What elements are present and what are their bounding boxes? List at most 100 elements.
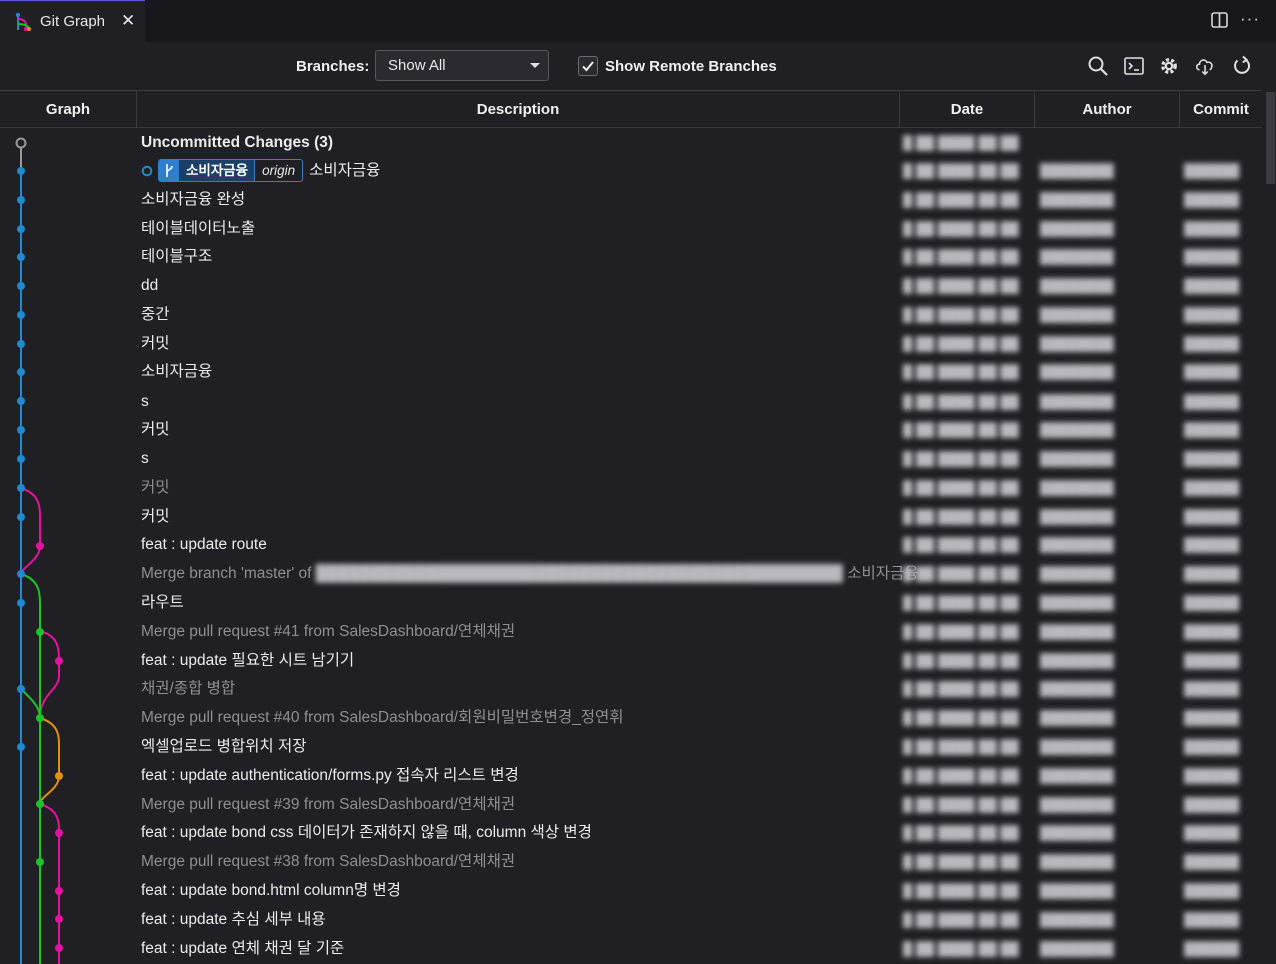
commit-date: █ ██ ████ ██:██ (903, 192, 1019, 207)
commit-hash: ██████ (1184, 278, 1240, 293)
table-row[interactable]: 소비자금융 완성 (141, 186, 245, 214)
commit-date: █ ██ ████ ██:██ (903, 595, 1019, 610)
table-row[interactable]: feat : update authentication/forms.py 접속… (141, 762, 519, 790)
commit-hash: ██████ (1184, 595, 1240, 610)
commit-graph (15, 137, 63, 964)
table-row[interactable]: s (141, 388, 149, 416)
scrollbar-thumb[interactable] (1266, 92, 1275, 184)
column-header-date[interactable]: Date (900, 91, 1035, 128)
tab-bar: Git Graph ✕ ··· (0, 0, 1276, 42)
table-row[interactable]: 라우트 (141, 589, 184, 617)
table-row[interactable]: feat : update route (141, 531, 267, 559)
commit-date: █ ██ ████ ██:██ (903, 912, 1019, 927)
branch-icon (159, 160, 179, 182)
commit-date: █ ██ ████ ██:██ (903, 307, 1019, 322)
branches-dropdown-value: Show All (388, 57, 446, 74)
table-row[interactable]: 테이블데이터노출 (141, 215, 255, 243)
commit-hash: ██████ (1184, 192, 1240, 207)
table-row[interactable]: Merge branch 'master' of ███████████████… (141, 560, 919, 588)
commit-date: █ ██ ████ ██:██ (903, 221, 1019, 236)
branches-dropdown[interactable]: Show All (375, 50, 549, 81)
commit-date: █ ██ ████ ██:██ (903, 653, 1019, 668)
terminal-icon[interactable] (1123, 55, 1145, 77)
search-icon[interactable] (1087, 55, 1109, 77)
commit-date: █ ██ ████ ██:██ (903, 883, 1019, 898)
table-row[interactable]: 커밋 (141, 474, 170, 502)
commit-author: ████████ (1040, 941, 1114, 956)
table-row[interactable]: 중간 (141, 301, 170, 329)
commit-hash: ██████ (1184, 854, 1240, 869)
commit-author: ████████ (1040, 163, 1114, 178)
commit-date: █ ██ ████ ██:██ (903, 797, 1019, 812)
head-marker-icon (141, 165, 153, 177)
commit-author: ████████ (1040, 192, 1114, 207)
table-row[interactable]: feat : update 연체 채권 달 기준 (141, 935, 344, 963)
commit-author: ████████ (1040, 221, 1114, 236)
commit-date: █ ██ ████ ██:██ (903, 364, 1019, 379)
table-row[interactable]: 소비자금융 origin 소비자금융 (141, 157, 380, 185)
table-row[interactable]: Merge pull request #41 from SalesDashboa… (141, 618, 515, 646)
commit-date: █ ██ ████ ██:██ (903, 537, 1019, 552)
caret-down-icon (530, 63, 540, 68)
commit-author: ████████ (1040, 394, 1114, 409)
table-row[interactable]: Merge pull request #40 from SalesDashboa… (141, 704, 624, 732)
branch-ref-badge[interactable]: 소비자금융 origin (158, 159, 304, 183)
commit-date: █ ██ ████ ██:██ (903, 163, 1019, 178)
column-header-graph[interactable]: Graph (0, 91, 137, 128)
uncommitted-changes-row[interactable]: Uncommitted Changes (3) (141, 129, 333, 157)
table-row[interactable]: feat : update 추심 세부 내용 (141, 906, 326, 934)
commit-hash: ██████ (1184, 422, 1240, 437)
more-actions-icon[interactable]: ··· (1240, 9, 1260, 29)
git-graph-icon (15, 12, 31, 32)
commit-date: █ ██ ████ ██:██ (903, 480, 1019, 495)
close-icon[interactable]: ✕ (121, 11, 135, 31)
table-row[interactable]: 커밋 (141, 416, 170, 444)
refresh-icon[interactable] (1231, 55, 1253, 77)
tab-title: Git Graph (40, 13, 106, 30)
column-header-author[interactable]: Author (1035, 91, 1180, 128)
table-row[interactable]: feat : update 필요한 시트 남기기 (141, 647, 354, 675)
branches-label: Branches: (296, 58, 370, 75)
commit-author: ████████ (1040, 653, 1114, 668)
table-row[interactable]: s (141, 445, 149, 473)
commit-date: █ ██ ████ ██:██ (903, 278, 1019, 293)
table-row[interactable]: Merge pull request #38 from SalesDashboa… (141, 848, 515, 876)
commit-hash: ██████ (1184, 825, 1240, 840)
cloud-download-icon[interactable] (1194, 55, 1216, 77)
gear-icon[interactable] (1158, 55, 1180, 77)
tab-git-graph[interactable]: Git Graph ✕ (0, 0, 145, 42)
commit-hash: ██████ (1184, 480, 1240, 495)
commit-author: ████████ (1040, 739, 1114, 754)
commit-hash: ██████ (1184, 394, 1240, 409)
table-row[interactable]: 소비자금융 (141, 358, 212, 386)
commit-message: Merge branch 'master' of (141, 565, 312, 582)
commit-author: ████████ (1040, 307, 1114, 322)
commit-hash: ██████ (1184, 710, 1240, 725)
commit-author: ████████ (1040, 278, 1114, 293)
table-row[interactable]: feat : update bond css 데이터가 존재하지 않을 때, c… (141, 819, 592, 847)
table-row[interactable]: 엑셀업로드 병합위치 저장 (141, 733, 306, 761)
commit-author: ████████ (1040, 883, 1114, 898)
commit-date: █ ██ ████ ██:██ (903, 624, 1019, 639)
table-row[interactable]: 커밋 (141, 330, 170, 358)
show-remote-branches-label[interactable]: Show Remote Branches (605, 58, 777, 75)
commit-hash: ██████ (1184, 681, 1240, 696)
commit-date: █ ██ ████ ██:██ (903, 566, 1019, 581)
commit-hash: ██████ (1184, 307, 1240, 322)
commit-hash: ██████ (1184, 883, 1240, 898)
commit-date: █ ██ ████ ██:██ (903, 825, 1019, 840)
table-row[interactable]: 커밋 (141, 503, 170, 531)
remote-ref-name[interactable]: origin (254, 160, 302, 182)
commit-hash: ██████ (1184, 797, 1240, 812)
commit-author: ████████ (1040, 768, 1114, 783)
table-row[interactable]: Merge pull request #39 from SalesDashboa… (141, 791, 515, 819)
column-header-description[interactable]: Description (137, 91, 900, 128)
show-remote-branches-checkbox[interactable] (578, 56, 598, 76)
table-row[interactable]: 채권/종합 병합 (141, 675, 235, 703)
table-row[interactable]: dd (141, 272, 158, 300)
commit-author: ████████ (1040, 624, 1114, 639)
table-row[interactable]: feat : update bond.html column명 변경 (141, 877, 401, 905)
table-row[interactable]: 테이블구조 (141, 243, 212, 271)
split-editor-icon[interactable] (1211, 12, 1228, 28)
column-header-commit[interactable]: Commit (1180, 91, 1262, 128)
